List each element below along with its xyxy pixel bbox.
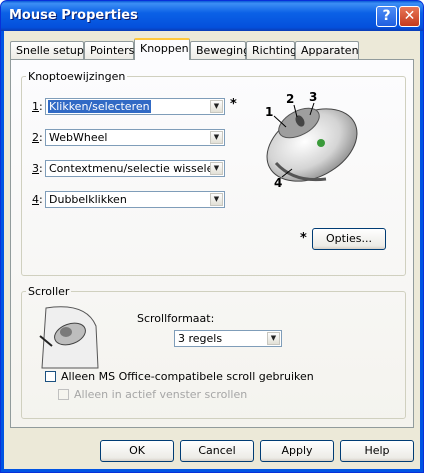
callout-2: 2	[286, 92, 294, 106]
tab-richting[interactable]: Richting	[246, 41, 297, 59]
chevron-down-icon[interactable]: ▼	[210, 131, 223, 144]
button-4-combo[interactable]: Dubbelklikken ▼	[45, 191, 225, 208]
button-2-label: 2:	[32, 131, 43, 144]
chevron-down-icon[interactable]: ▼	[267, 332, 280, 345]
office-only-label[interactable]: Alleen MS Office-compatibele scroll gebr…	[61, 370, 314, 383]
dialog-client-area: Snelle setup Pointers Knoppen Beweging R…	[4, 31, 420, 469]
scroll-format-combo[interactable]: 3 regels ▼	[174, 330, 282, 347]
button-assignments-legend: Knoptoewijzingen	[28, 70, 126, 83]
callout-1: 1	[265, 105, 273, 119]
cancel-button[interactable]: Cancel	[180, 440, 254, 462]
tab-knoppen[interactable]: Knoppen	[134, 38, 190, 60]
button-2-value: WebWheel	[49, 131, 108, 144]
tab-apparaten[interactable]: Apparaten	[295, 41, 359, 59]
tab-panel-knoppen: Knoptoewijzingen 1: Klikken/selecteren ▼…	[10, 59, 414, 428]
options-star: *	[300, 231, 307, 246]
tab-beweging[interactable]: Beweging	[190, 41, 250, 59]
chevron-down-icon[interactable]: ▼	[210, 100, 223, 113]
close-button[interactable]: ✕	[399, 6, 420, 27]
button-4-label: 4:	[32, 193, 43, 206]
ok-button[interactable]: OK	[100, 440, 174, 462]
button-3-label: 3:	[32, 162, 43, 175]
help-dialog-button[interactable]: Help	[340, 440, 414, 462]
options-button[interactable]: Opties...	[312, 228, 386, 250]
callout-4: 4	[274, 176, 282, 190]
callout-3: 3	[309, 90, 317, 104]
button-1-value: Klikken/selecteren	[47, 99, 152, 114]
title-bar[interactable]: Mouse Properties ? ✕	[1, 1, 423, 31]
button-2-combo[interactable]: WebWheel ▼	[45, 129, 225, 146]
button-assignments-group: Knoptoewijzingen 1: Klikken/selecteren ▼…	[21, 70, 406, 276]
chevron-down-icon[interactable]: ▼	[210, 193, 223, 206]
scroller-illustration	[39, 306, 99, 369]
scroller-group: Scroller Scrollformaat: 3 regels ▼ Allee…	[21, 285, 406, 419]
mouse-properties-window: Mouse Properties ? ✕ Snelle setup Pointe…	[0, 0, 424, 473]
button-3-value: Contextmenu/selectie wisselen	[49, 162, 221, 175]
scroll-format-label: Scrollformaat:	[137, 312, 215, 325]
apply-button[interactable]: Apply	[260, 440, 334, 462]
scroll-format-value: 3 regels	[178, 332, 223, 345]
chevron-down-icon[interactable]: ▼	[210, 162, 223, 175]
mouse-illustration: 1 2 3 4	[265, 90, 358, 190]
button-1-label: 1:	[32, 100, 43, 113]
button-1-combo[interactable]: Klikken/selecteren ▼	[45, 98, 225, 115]
tab-snelle-setup[interactable]: Snelle setup	[10, 41, 84, 59]
active-window-checkbox[interactable]	[58, 389, 69, 400]
window-title: Mouse Properties	[9, 8, 138, 23]
tab-pointers[interactable]: Pointers	[84, 41, 134, 59]
office-only-checkbox[interactable]	[45, 371, 56, 382]
button-3-combo[interactable]: Contextmenu/selectie wisselen ▼	[45, 160, 225, 177]
scroller-legend: Scroller	[28, 285, 70, 298]
button-4-value: Dubbelklikken	[49, 193, 127, 206]
active-window-label: Alleen in actief venster scrollen	[74, 388, 248, 401]
help-button[interactable]: ?	[376, 6, 397, 27]
